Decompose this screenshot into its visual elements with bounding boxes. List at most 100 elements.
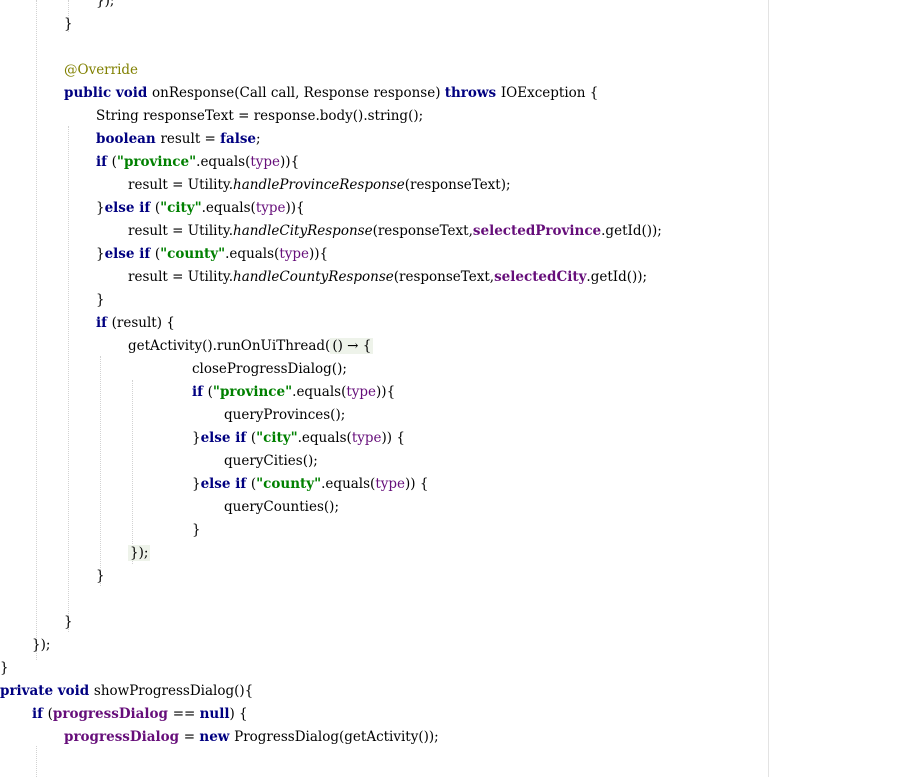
code-token-plain: getActivity().runOnUiThread(	[128, 338, 331, 354]
code-line[interactable]: }	[96, 565, 105, 588]
code-token-plain: =	[183, 729, 200, 745]
code-token-plain: }	[0, 660, 9, 676]
code-line[interactable]: if (progressDialog == null) {	[32, 703, 248, 726]
code-line[interactable]: }else if ("city".equals(type)){	[96, 197, 305, 220]
code-token-plain: .equals(	[292, 384, 347, 400]
code-token-kw: else if	[104, 200, 155, 216]
code-token-kw: if	[96, 315, 112, 331]
code-line[interactable]: boolean result = false;	[96, 128, 261, 151]
code-line[interactable]: result = Utility.handleProvinceResponse(…	[128, 174, 511, 197]
code-line[interactable]: });	[32, 634, 50, 657]
code-token-plain: }	[96, 292, 105, 308]
code-token-plain: onResponse(Call call, Response response)	[152, 85, 445, 101]
code-token-kw: null	[199, 706, 230, 722]
code-token-kw: else if	[200, 430, 251, 446]
code-token-plain: .getId());	[601, 223, 662, 239]
code-token-plain: .equals(	[225, 246, 280, 262]
code-token-plain: )) {	[405, 476, 429, 492]
code-token-kw: else if	[104, 246, 155, 262]
code-token-static-call: handleCountyResponse	[233, 269, 394, 285]
code-token-param: type	[346, 384, 377, 400]
code-line[interactable]: }else if ("county".equals(type)){	[96, 243, 328, 266]
code-line[interactable]: }	[0, 657, 9, 680]
code-token-kw: boolean	[96, 131, 161, 147]
code-token-plain: .equals(	[297, 430, 352, 446]
indent-guide	[132, 380, 133, 564]
code-token-plain: showProgressDialog(){	[93, 683, 254, 699]
code-line[interactable]: });	[96, 0, 114, 13]
code-line[interactable]: getActivity().runOnUiThread(() → {	[128, 335, 374, 358]
code-token-plain: ;	[256, 131, 261, 147]
code-token-plain: (responseText,	[372, 223, 473, 239]
code-token-plain: (responseText,	[393, 269, 495, 285]
code-token-static-call: handleProvinceResponse	[233, 177, 405, 193]
code-token-kw: throws	[444, 85, 501, 101]
code-line[interactable]: public void onResponse(Call call, Respon…	[64, 82, 598, 105]
code-line[interactable]: result = Utility.handleCountyResponse(re…	[128, 266, 647, 289]
code-token-plain: (responseText);	[404, 177, 511, 193]
code-line[interactable]: queryCounties();	[224, 496, 339, 519]
code-token-param: type	[250, 154, 281, 170]
code-line[interactable]: queryProvinces();	[224, 404, 345, 427]
code-token-param: type	[255, 200, 286, 216]
code-token-plain: });	[32, 637, 51, 653]
code-token-plain: )) {	[381, 430, 405, 446]
code-token-plain: ) {	[229, 706, 248, 722]
code-token-plain: }	[192, 430, 201, 446]
code-line[interactable]: }	[96, 289, 105, 312]
code-token-str: "province"	[116, 154, 197, 170]
code-token-plain: ProgressDialog(getActivity());	[234, 729, 439, 745]
code-line[interactable]: }	[64, 611, 73, 634]
indent-guide	[100, 356, 101, 586]
code-token-str: "county"	[256, 476, 322, 492]
code-token-str: "province"	[212, 384, 293, 400]
code-token-plain: }	[96, 200, 105, 216]
code-line[interactable]: private void showProgressDialog(){	[0, 680, 253, 703]
indent-guide	[36, 0, 37, 660]
code-token-plain: result = Utility.	[128, 177, 234, 193]
code-token-plain: )){	[376, 384, 396, 400]
code-token-plain: (result) {	[111, 315, 175, 331]
code-line[interactable]: }else if ("county".equals(type)) {	[192, 473, 428, 496]
code-token-kw: private void	[0, 683, 94, 699]
code-line[interactable]: }	[64, 13, 73, 36]
code-token-param: type	[375, 476, 406, 492]
code-token-kw: if	[192, 384, 208, 400]
code-line[interactable]: }else if ("city".equals(type)) {	[192, 427, 405, 450]
code-token-lambda-arrow: () → {	[330, 338, 374, 354]
code-line[interactable]: String responseText = response.body().st…	[96, 105, 423, 128]
code-token-plain: queryProvinces();	[224, 407, 346, 423]
code-token-kw: else if	[200, 476, 251, 492]
code-token-lambda-arrow: });	[128, 545, 151, 561]
code-token-kw: new	[199, 729, 235, 745]
code-token-ann: @Override	[64, 62, 139, 78]
code-token-kw: false	[220, 131, 257, 147]
code-token-str: "city"	[160, 200, 202, 216]
code-token-kw: public void	[64, 85, 152, 101]
code-line[interactable]: progressDialog = new ProgressDialog(getA…	[64, 726, 439, 749]
code-token-plain: queryCities();	[224, 453, 318, 469]
code-token-plain: )){	[285, 200, 305, 216]
code-token-plain: )){	[309, 246, 329, 262]
code-editor[interactable]: });} @Override public void onResponse(Call…	[0, 0, 899, 777]
code-line[interactable]: if (result) {	[96, 312, 175, 335]
code-token-plain: String responseText = response.body().st…	[96, 108, 424, 124]
code-token-plain: });	[96, 0, 115, 9]
code-line[interactable]: @Override	[64, 59, 138, 82]
code-line[interactable]: if ("province".equals(type)){	[192, 381, 395, 404]
code-line[interactable]: result = Utility.handleCityResponse(resp…	[128, 220, 662, 243]
code-token-param: type	[279, 246, 310, 262]
code-token-plain: }	[192, 476, 201, 492]
code-line[interactable]: if ("province".equals(type)){	[96, 151, 299, 174]
code-token-plain: }	[96, 246, 105, 262]
code-line[interactable]: }	[192, 519, 201, 542]
code-token-field: selectedProvince	[472, 223, 602, 239]
code-line[interactable]: });	[128, 542, 151, 565]
code-token-plain: .equals(	[321, 476, 376, 492]
code-token-plain: queryCounties();	[224, 499, 339, 515]
code-token-plain: )){	[280, 154, 300, 170]
code-line[interactable]: closeProgressDialog();	[192, 358, 347, 381]
code-token-plain: ==	[172, 706, 200, 722]
code-line[interactable]: queryCities();	[224, 450, 318, 473]
code-token-plain: .getId());	[586, 269, 648, 285]
